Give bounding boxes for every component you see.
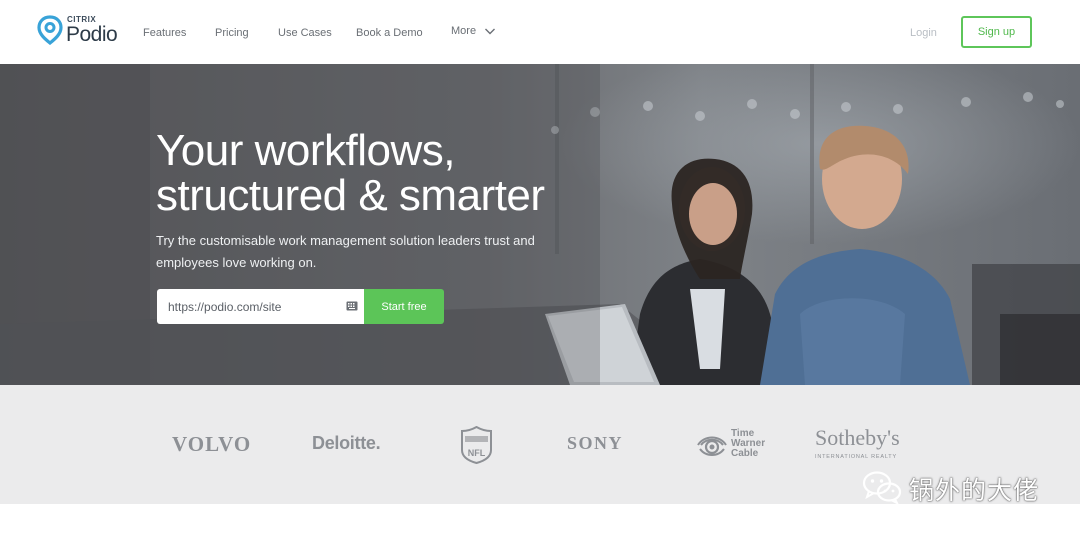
hero-photo [0,64,1080,385]
twc-line-3: Cable [731,448,759,459]
podio-logo[interactable]: CITRIX Podio [37,13,127,49]
keyboard-icon [346,301,358,311]
signup-button[interactable]: Sign up [961,16,1032,48]
sothebys-logo: Sotheby's [815,425,900,450]
nav-book-demo[interactable]: Book a Demo [356,27,423,39]
podio-logo-icon [37,15,63,45]
hero-subtitle: Try the customisable work management sol… [156,233,535,270]
nfl-text: NFL [468,448,486,458]
nav-more[interactable]: More [451,25,496,37]
nav-use-cases[interactable]: Use Cases [278,27,332,39]
sony-logo: SONY [567,433,624,453]
hero-title: Your workflows, structured & smarter [156,126,545,220]
site-url-input[interactable] [157,291,337,322]
site-url-field[interactable] [157,289,364,324]
nav-features[interactable]: Features [143,27,186,39]
start-free-button[interactable]: Start free [364,289,444,324]
top-nav: CITRIX Podio Features Pricing Use Cases … [0,0,1080,64]
podio-wordmark: Podio [66,23,118,46]
sothebys-subtitle: INTERNATIONAL REALTY [815,454,897,460]
nfl-shield-icon: NFL [461,426,492,464]
watermark-text: 锅外的大佬 [909,476,1040,505]
wechat-icon [862,471,902,504]
volvo-logo: VOLVO [172,432,252,456]
nav-more-label: More [451,25,477,37]
chevron-down-icon [485,28,496,35]
twc-logo: Time Warner Cable [731,429,765,459]
deloitte-logo: Deloitte. [312,433,381,453]
login-link[interactable]: Login [910,27,937,39]
twc-eye-icon [697,436,727,456]
nav-pricing[interactable]: Pricing [215,27,249,39]
hero-section: Your workflows, structured & smarter Try… [0,64,1080,385]
